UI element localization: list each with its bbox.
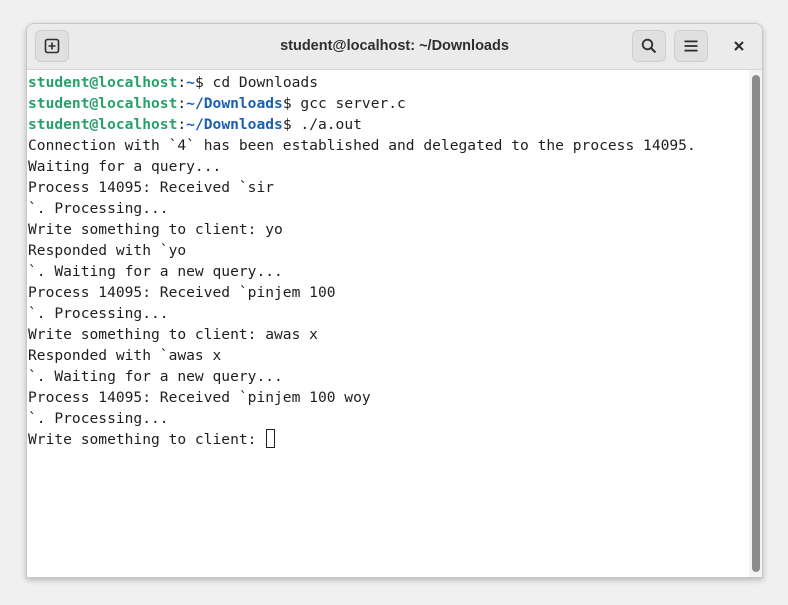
output-line: Connection with `4` has been established… — [28, 137, 696, 154]
text-cursor — [266, 429, 276, 448]
output-line: Process 14095: Received `sir — [28, 179, 275, 196]
window-title: student@localhost: ~/Downloads — [280, 38, 509, 54]
command-text: gcc server.c — [300, 95, 406, 112]
close-icon — [734, 41, 744, 51]
command-text: cd Downloads — [212, 74, 318, 91]
close-button[interactable] — [722, 30, 756, 62]
command-line: student@localhost:~/Downloads$ ./a.out — [28, 116, 362, 133]
input-line[interactable]: Write something to client: — [27, 429, 749, 450]
terminal-output[interactable]: student@localhost:~$ cd Downloads studen… — [27, 70, 749, 577]
search-button[interactable] — [632, 30, 666, 62]
output-line: `. Processing... — [28, 410, 169, 427]
prompt-path: ~/Downloads — [186, 95, 283, 112]
output-line: Write something to client: yo — [28, 221, 283, 238]
output-line: Waiting for a query... — [28, 158, 222, 175]
input-prompt: Write something to client: — [28, 431, 266, 448]
command-line: student@localhost:~/Downloads$ gcc serve… — [28, 95, 406, 112]
prompt-user: student@localhost — [28, 74, 178, 91]
output-line: `. Waiting for a new query... — [28, 368, 283, 385]
command-line: student@localhost:~$ cd Downloads — [28, 74, 318, 91]
scrollbar-thumb[interactable] — [752, 75, 760, 572]
prompt-user: student@localhost — [28, 95, 178, 112]
output-line: `. Processing... — [28, 200, 169, 217]
output-line: `. Waiting for a new query... — [28, 263, 283, 280]
output-line: Responded with `yo — [28, 242, 187, 259]
prompt-path: ~/Downloads — [186, 116, 283, 133]
menu-button[interactable] — [674, 30, 708, 62]
output-line: Process 14095: Received `pinjem 100 — [28, 284, 336, 301]
terminal-window: student@localhost: ~/Downloads student@l… — [26, 23, 763, 578]
vertical-scrollbar[interactable] — [749, 70, 762, 577]
output-line: Responded with `awas x — [28, 347, 222, 364]
new-tab-button[interactable] — [35, 30, 69, 62]
command-text: ./a.out — [300, 116, 362, 133]
prompt-user: student@localhost — [28, 116, 178, 133]
new-tab-icon — [44, 38, 60, 54]
header-bar: student@localhost: ~/Downloads — [27, 24, 762, 70]
output-line: Write something to client: awas x — [28, 326, 318, 343]
output-line: Process 14095: Received `pinjem 100 woy — [28, 389, 371, 406]
search-icon — [641, 38, 657, 54]
output-line: `. Processing... — [28, 305, 169, 322]
hamburger-menu-icon — [684, 40, 698, 52]
prompt-path: ~ — [186, 74, 195, 91]
